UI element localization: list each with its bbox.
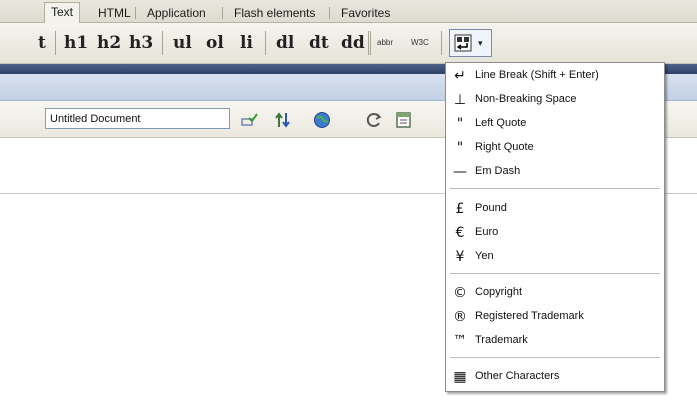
menu-separator [450,188,660,189]
menu-item-other-characters[interactable]: ▦ Other Characters [446,366,664,388]
menu-item-em-dash[interactable]: — Em Dash [446,161,664,183]
menu-item-non-breaking-space[interactable]: ⊥ Non-Breaking Space [446,89,664,111]
definition-term-button[interactable]: dt [309,33,329,53]
menu-item-registered-trademark[interactable]: ® Registered Trademark [446,306,664,328]
menu-item-label: Pound [475,202,507,214]
h1-button[interactable]: h1 [64,33,88,53]
unordered-list-button[interactable]: ul [173,33,192,53]
menu-item-label: Line Break (Shift + Enter) [475,69,599,81]
menu-item-label: Other Characters [475,370,560,382]
menu-item-label: Yen [475,250,494,262]
menu-item-euro[interactable]: € Euro [446,222,664,244]
characters-menu: ↵ Line Break (Shift + Enter) ⊥ Non-Break… [445,62,665,392]
line-break-icon [454,34,472,52]
trademark-icon: ™ [453,333,467,349]
tab-separator [135,7,136,19]
pound-icon: £ [455,201,465,217]
toolbar-separator [162,31,163,55]
toolbar-separator [370,31,371,55]
registered-trademark-icon: ® [453,309,467,325]
left-quote-icon: " [456,116,464,132]
text-toolbar-button[interactable]: t [38,33,46,53]
line-break-icon: ↵ [454,68,466,84]
menu-item-pound[interactable]: £ Pound [446,198,664,220]
tab-separator [329,7,330,19]
euro-icon: € [455,225,465,241]
other-characters-icon: ▦ [453,369,467,385]
definition-description-button[interactable]: dd [341,33,365,53]
menu-item-label: Right Quote [475,141,534,153]
menu-item-left-quote[interactable]: " Left Quote [446,113,664,135]
validate-markup-icon[interactable] [240,111,258,129]
menu-item-label: Euro [475,226,499,238]
tab-html[interactable]: HTML [92,4,137,22]
characters-button[interactable]: ▾ [449,29,492,57]
menu-separator [450,273,660,274]
menu-item-label: Trademark [475,334,528,346]
tab-separator [222,7,223,19]
abbreviation-button[interactable]: abbr [377,38,393,47]
ordered-list-button[interactable]: ol [206,33,224,53]
toolbar-separator [265,31,266,55]
text-insert-toolbar: t h1 h2 h3 ul ol li dl dt dd abbr W3C [0,23,697,64]
menu-separator [450,357,660,358]
menu-item-yen[interactable]: ¥ Yen [446,246,664,268]
tab-flash-elements[interactable]: Flash elements [228,4,321,22]
menu-item-label: Registered Trademark [475,310,584,322]
menu-item-label: Copyright [475,286,523,298]
refresh-icon[interactable] [365,111,383,129]
copyright-icon: © [453,285,467,301]
tab-favorites[interactable]: Favorites [335,4,396,22]
insert-tab-bar: Text HTML Application Flash elements Fav… [0,0,697,23]
tab-text[interactable]: Text [44,2,81,23]
view-options-icon[interactable] [395,111,413,129]
menu-item-label: Em Dash [475,165,521,177]
h3-button[interactable]: h3 [129,33,153,53]
list-item-button[interactable]: li [240,33,253,53]
menu-item-trademark[interactable]: ™ Trademark [446,330,664,352]
toolbar-separator [441,31,442,55]
definition-list-button[interactable]: dl [276,33,294,53]
toolbar-separator [368,31,369,55]
right-quote-icon: " [456,140,464,156]
menu-item-copyright[interactable]: © Copyright [446,282,664,304]
non-breaking-space-icon: ⊥ [453,92,467,108]
h2-button[interactable]: h2 [97,33,121,53]
em-dash-icon: — [453,164,467,180]
menu-item-label: Non-Breaking Space [475,93,577,105]
menu-item-label: Left Quote [475,117,527,129]
tab-application[interactable]: Application [141,4,212,22]
menu-item-right-quote[interactable]: " Right Quote [446,137,664,159]
w3c-acronym-button[interactable]: W3C [411,38,429,47]
chevron-down-icon: ▾ [478,38,483,48]
toolbar-separator [55,31,56,55]
document-title-input[interactable] [45,108,230,129]
preview-in-browser-icon[interactable] [313,111,331,129]
yen-icon: ¥ [455,249,465,265]
menu-item-line-break[interactable]: ↵ Line Break (Shift + Enter) [446,65,664,87]
file-management-icon[interactable] [274,111,292,129]
